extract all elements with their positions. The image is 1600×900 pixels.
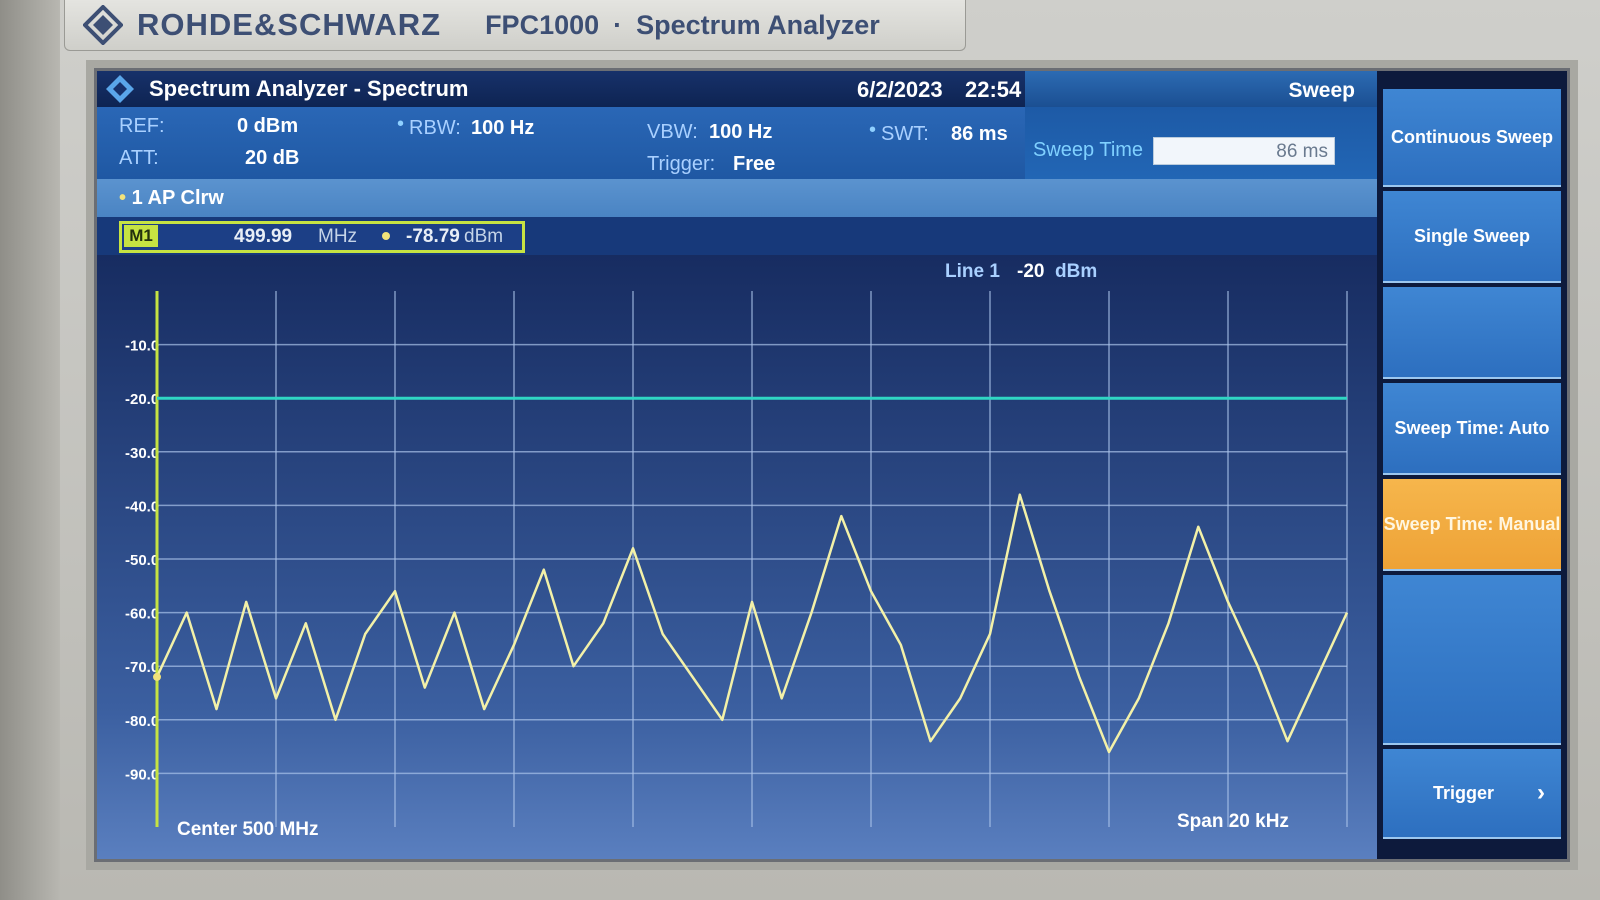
marker-level: -78.79 (406, 226, 460, 247)
y-tick-label: -60.0 (125, 606, 159, 623)
app-logo-icon (106, 75, 134, 103)
menu-title-sweep: Sweep (1025, 71, 1377, 107)
trigger-value[interactable]: Free (733, 153, 775, 176)
center-frequency[interactable]: Center 500 MHz (177, 819, 319, 841)
device-type: Spectrum Analyzer (636, 9, 880, 40)
marker-m1-point (153, 672, 161, 681)
trace-info-bar: • 1 AP Clrw (97, 179, 1377, 217)
rohde-schwarz-logo (83, 5, 123, 45)
swt-label: SWT: (881, 123, 929, 145)
swt-coupling-dot: • (869, 119, 877, 141)
trace-mode-text: 1 AP Clrw (131, 187, 224, 209)
trigger-label: Trigger: (647, 153, 716, 175)
window-title: Spectrum Analyzer - Spectrum (149, 76, 469, 101)
time-display: 22:54 (965, 77, 1022, 102)
softkey-sweep-time-auto[interactable]: Sweep Time: Auto (1383, 383, 1561, 475)
rbw-value[interactable]: 100 Hz (471, 117, 534, 140)
device-separator: · (613, 9, 623, 40)
softkey-single-sweep[interactable]: Single Sweep (1383, 191, 1561, 283)
y-tick-label: -90.0 (125, 766, 159, 783)
y-tick-label: -70.0 (125, 659, 159, 676)
chevron-right-icon: › (1537, 779, 1545, 806)
softkey-panel: Continuous Sweep Single Sweep Sweep Time… (1377, 71, 1567, 859)
swt-value[interactable]: 86 ms (951, 123, 1008, 146)
trace-label[interactable]: • 1 AP Clrw (119, 187, 224, 210)
display-line-unit: dBm (1055, 261, 1098, 282)
marker-dot-icon (382, 232, 390, 240)
analyzer-screen: Spectrum Analyzer - Spectrum 6/2/2023 22… (94, 68, 1570, 862)
date-display: 6/2/2023 (857, 77, 943, 102)
softkey-trigger-label: Trigger (1433, 783, 1495, 803)
att-value[interactable]: 20 dB (245, 147, 299, 170)
softkey-sweep-time-manual[interactable]: Sweep Time: Manual (1383, 479, 1561, 571)
y-tick-label: -50.0 (125, 552, 159, 569)
device-model: FPC1000 (485, 9, 600, 40)
y-tick-label: -10.0 (125, 338, 159, 355)
display-line-value: -20 (1017, 261, 1045, 282)
brand-name: ROHDE&SCHWARZ (137, 7, 442, 42)
marker-row: M1 499.99 MHz -78.79 dBm (97, 217, 1377, 255)
rbw-label: RBW: (409, 117, 461, 139)
softkey-empty-2[interactable] (1383, 575, 1561, 745)
softkey-empty-1[interactable] (1383, 287, 1561, 379)
marker-readout[interactable]: M1 499.99 MHz -78.79 dBm (119, 221, 525, 253)
y-tick-label: -20.0 (125, 391, 159, 408)
spectrum-chart[interactable]: -10.0 -20.0 -30.0 -40.0 -50.0 -60.0 -70.0 -80.0… (97, 287, 1377, 847)
vbw-label: VBW: (647, 121, 698, 143)
marker-level-unit: dBm (464, 226, 504, 247)
y-tick-label: -40.0 (125, 498, 159, 515)
device-bezel (0, 0, 60, 900)
sweep-time-input[interactable]: 86 ms (1153, 137, 1335, 165)
y-tick-label: -80.0 (125, 713, 159, 730)
sweep-time-entry: Sweep Time 86 ms (1025, 107, 1377, 179)
ref-label: REF: (119, 115, 165, 137)
softkey-continuous-sweep[interactable]: Continuous Sweep (1383, 89, 1561, 187)
spectrum-plot[interactable]: Line 1 -20 dBm -10.0 -20.0 -30.0 -40.0 -50.0… (97, 255, 1377, 859)
display-line-label: Line 1 (945, 261, 1000, 282)
marker-frequency-unit: MHz (318, 226, 358, 247)
parameter-panel: REF: 0 dBm ATT: 20 dB • RBW: 100 Hz VBW:… (97, 107, 1025, 179)
marker-frequency: 499.99 (234, 226, 293, 247)
trace-indicator-icon: • (119, 187, 127, 209)
ref-value[interactable]: 0 dBm (237, 115, 298, 138)
softkey-trigger[interactable]: Trigger › (1383, 749, 1561, 839)
y-tick-label: -30.0 (125, 445, 159, 462)
span-frequency[interactable]: Span 20 kHz (1177, 811, 1289, 833)
att-label: ATT: (119, 147, 159, 169)
vbw-value[interactable]: 100 Hz (709, 121, 772, 144)
sweep-time-input-label: Sweep Time (1033, 139, 1144, 161)
rbw-coupling-dot: • (397, 113, 405, 135)
marker-id: M1 (124, 225, 158, 247)
brand-plate: ROHDE&SCHWARZ FPC1000 · Spectrum Analyze… (64, 0, 966, 51)
